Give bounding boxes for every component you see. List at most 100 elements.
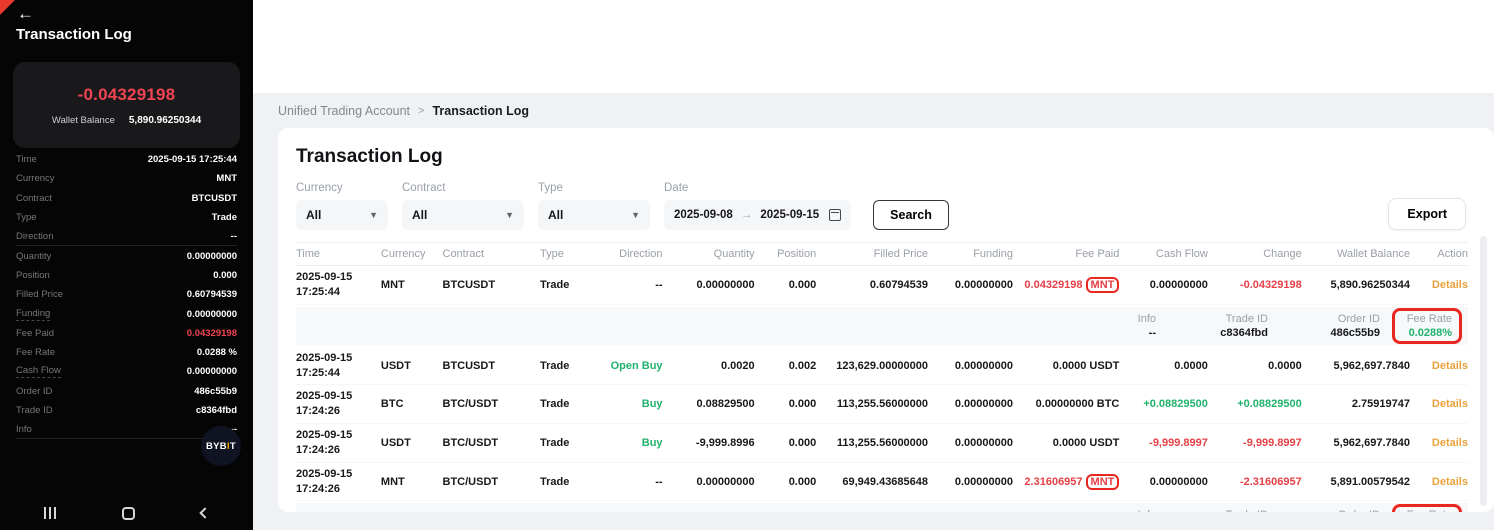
detail-trade-id: Trade ID c8364fbd [1168, 313, 1268, 339]
fee-amount: 0.0000 [1053, 437, 1087, 449]
time-clock: 17:25:44 [296, 285, 375, 300]
currency-filter-label: Currency [296, 182, 388, 194]
column-header: Fee Paid [1019, 248, 1119, 260]
recents-icon[interactable] [44, 507, 56, 519]
cell-quantity: 0.00000000 [669, 476, 755, 488]
detail-value: c8364fbd [1168, 327, 1268, 339]
type-filter-value: All [548, 208, 563, 222]
date-range-picker[interactable]: 2025-09-08 → 2025-09-15 [664, 200, 851, 230]
field-value: 0.60794539 [187, 289, 237, 300]
cell-time: 2025-09-1517:25:44 [296, 351, 375, 381]
detail-info: Info-- [1056, 509, 1156, 512]
detail-value: 486c55b9 [1280, 327, 1380, 339]
type-filter-select[interactable]: All ▼ [538, 200, 650, 230]
field-label: Order ID [16, 386, 52, 397]
currency-filter-select[interactable]: All ▼ [296, 200, 388, 230]
transaction-log-card: Transaction Log Currency All ▼ Contract … [278, 128, 1494, 512]
fee-amount: 0.0000 [1053, 360, 1087, 372]
detail-label: Trade ID [1168, 313, 1268, 325]
cell-time: 2025-09-1517:24:26 [296, 467, 375, 497]
detail-label: Trade ID [1168, 509, 1268, 512]
detail-value: -- [1056, 327, 1156, 339]
cell-quantity: 0.08829500 [669, 398, 755, 410]
cell-funding: 0.00000000 [934, 279, 1013, 291]
cell-fee-paid: 0.00000000BTC [1019, 398, 1119, 410]
android-navbar [0, 496, 253, 530]
time-clock: 17:24:26 [296, 482, 375, 497]
cell-filled-price: 113,255.56000000 [822, 437, 928, 449]
export-button[interactable]: Export [1388, 198, 1466, 230]
details-link[interactable]: Details [1432, 476, 1468, 488]
cell-quantity: -9,999.8996 [669, 437, 755, 449]
cell-position: 0.002 [761, 360, 817, 372]
table-body: 2025-09-1517:25:44MNTBTCUSDTTrade--0.000… [296, 266, 1468, 512]
column-header: Time [296, 248, 375, 260]
field-value: 486c55b9 [194, 386, 237, 397]
field-row: Trade IDc8364fbd [16, 401, 237, 420]
fee-unit: USDT [1089, 437, 1119, 449]
field-row: Position0.000 [16, 266, 237, 285]
breadcrumb: Unified Trading Account > Transaction Lo… [278, 93, 1494, 128]
time-clock: 17:24:26 [296, 404, 375, 419]
time-date: 2025-09-15 [296, 467, 375, 482]
field-value: 0.04329198 [187, 328, 237, 339]
fee-amount: 0.04329198 [1024, 279, 1082, 291]
table-row: 2025-09-1517:25:44MNTBTCUSDTTrade--0.000… [296, 266, 1468, 305]
cell-wallet-balance: 5,890.96250344 [1308, 279, 1410, 291]
time-clock: 17:24:26 [296, 443, 375, 458]
table-row: 2025-09-1517:24:26USDTBTC/USDTTradeBuy-9… [296, 424, 1468, 463]
column-header: Quantity [669, 248, 755, 260]
contract-filter-select[interactable]: All ▼ [402, 200, 524, 230]
details-link[interactable]: Details [1432, 360, 1468, 372]
search-button[interactable]: Search [873, 200, 949, 230]
field-value: 0.00000000 [187, 309, 237, 320]
transaction-table: TimeCurrencyContractTypeDirectionQuantit… [296, 242, 1480, 512]
field-label: Currency [16, 173, 55, 184]
cell-funding: 0.00000000 [934, 476, 1013, 488]
mobile-fields: Time2025-09-15 17:25:44CurrencyMNTContra… [16, 150, 237, 439]
detail-label: Fee Rate [1402, 313, 1452, 325]
wallet-balance-label: Wallet Balance [52, 115, 115, 126]
breadcrumb-parent-link[interactable]: Unified Trading Account [278, 104, 410, 118]
cell-fee-paid: 0.0000USDT [1019, 360, 1119, 372]
fee-amount: 2.31606957 [1024, 476, 1082, 488]
field-value: -- [231, 231, 237, 242]
cell-change: -2.31606957 [1214, 476, 1302, 488]
detail-value: 0.0288% [1402, 327, 1452, 339]
time-date: 2025-09-15 [296, 389, 375, 404]
details-link[interactable]: Details [1432, 398, 1468, 410]
detail-label: Order ID [1280, 313, 1380, 325]
field-row: Quantity0.00000000 [16, 246, 237, 265]
cell-funding: 0.00000000 [934, 398, 1013, 410]
nav-back-icon[interactable] [199, 507, 210, 518]
cell-currency: MNT [381, 476, 437, 488]
field-label: Direction [16, 231, 54, 242]
field-row: Cash Flow0.00000000 [16, 362, 237, 381]
column-header: Direction [596, 248, 662, 260]
field-label: Time [16, 154, 37, 165]
chevron-down-icon: ▼ [369, 210, 378, 220]
time-clock: 17:25:44 [296, 366, 375, 381]
detail-row: Info--Trade IDc8364fbdOrder ID486c55b9Fe… [296, 307, 1468, 345]
column-header: Position [761, 248, 817, 260]
back-arrow-icon[interactable]: ← [17, 5, 34, 22]
detail-label: Fee Rate [1402, 509, 1452, 512]
table-row: 2025-09-1517:24:26MNTBTC/USDTTrade--0.00… [296, 463, 1468, 502]
chevron-down-icon: ▼ [505, 210, 514, 220]
currency-filter-value: All [306, 208, 321, 222]
cell-fee-paid: 2.31606957MNT [1019, 474, 1119, 490]
column-header: Type [540, 248, 590, 260]
breadcrumb-current: Transaction Log [432, 104, 529, 118]
cell-filled-price: 69,949.43685648 [822, 476, 928, 488]
cell-position: 0.000 [761, 437, 817, 449]
scrollbar-track[interactable] [1480, 236, 1487, 506]
field-label: Cash Flow [16, 365, 61, 378]
details-link[interactable]: Details [1432, 437, 1468, 449]
details-link[interactable]: Details [1432, 279, 1468, 291]
cell-filled-price: 0.60794539 [822, 279, 928, 291]
field-label: Quantity [16, 251, 51, 262]
detail-label: Order ID [1280, 509, 1380, 512]
cell-type: Trade [540, 360, 590, 372]
field-row: Fee Paid0.04329198 [16, 324, 237, 343]
home-icon[interactable] [122, 507, 135, 520]
